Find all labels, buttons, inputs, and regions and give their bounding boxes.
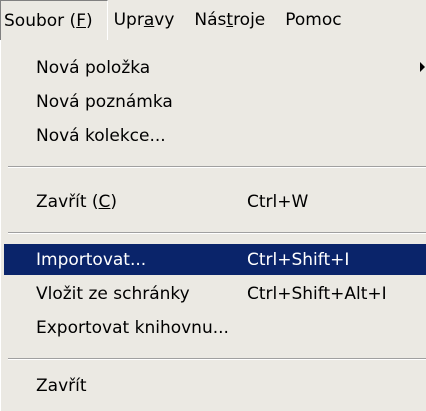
menu-item-shortcut: Ctrl+Shift+Alt+I xyxy=(247,283,387,304)
menu-separator xyxy=(8,358,426,360)
menu-item-shortcut: Ctrl+W xyxy=(247,191,309,212)
menu-item-label: Zavřít xyxy=(36,375,87,396)
menu-separator xyxy=(8,166,426,168)
menu-item-new-note[interactable]: Nová poznámka xyxy=(4,86,426,117)
menu-item-export-library[interactable]: Exportovat knihovnu... xyxy=(4,312,426,343)
menu-help[interactable]: Pomoc xyxy=(279,0,355,40)
submenu-arrow-icon xyxy=(420,62,425,72)
menu-item-label: Zavřít (C) xyxy=(36,191,118,212)
menu-bar: Soubor (F) Upr a vy Nás t roje Pomoc xyxy=(0,0,426,40)
menu-item-label: Importovat... xyxy=(36,249,147,270)
menu-item-label: Exportovat knihovnu... xyxy=(36,317,229,338)
menu-item-label: Vložit ze schránky xyxy=(36,283,190,304)
menu-tools[interactable]: Nás t roje xyxy=(188,0,279,40)
menu-item-paste-from-clipboard[interactable]: Vložit ze schránky Ctrl+Shift+Alt+I xyxy=(4,278,426,309)
menu-item-label: Nová kolekce... xyxy=(36,125,166,146)
file-menu-dropdown: Nová položka Nová poznámka Nová kolekce.… xyxy=(0,40,426,411)
menu-separator xyxy=(8,232,426,234)
menu-item-shortcut: Ctrl+Shift+I xyxy=(247,249,350,270)
menu-item-new-item[interactable]: Nová položka xyxy=(4,52,426,83)
menu-item-close-tab[interactable]: Zavřít (C) Ctrl+W xyxy=(4,186,426,217)
menu-item-quit[interactable]: Zavřít xyxy=(4,370,426,401)
menu-edit[interactable]: Upr a vy xyxy=(108,0,189,40)
menu-item-label: Nová položka xyxy=(36,57,151,78)
menu-item-label: Nová poznámka xyxy=(36,91,173,112)
menu-item-import[interactable]: Importovat... Ctrl+Shift+I xyxy=(4,244,426,275)
menu-file[interactable]: Soubor (F) xyxy=(0,0,108,40)
menu-item-new-collection[interactable]: Nová kolekce... xyxy=(4,120,426,151)
